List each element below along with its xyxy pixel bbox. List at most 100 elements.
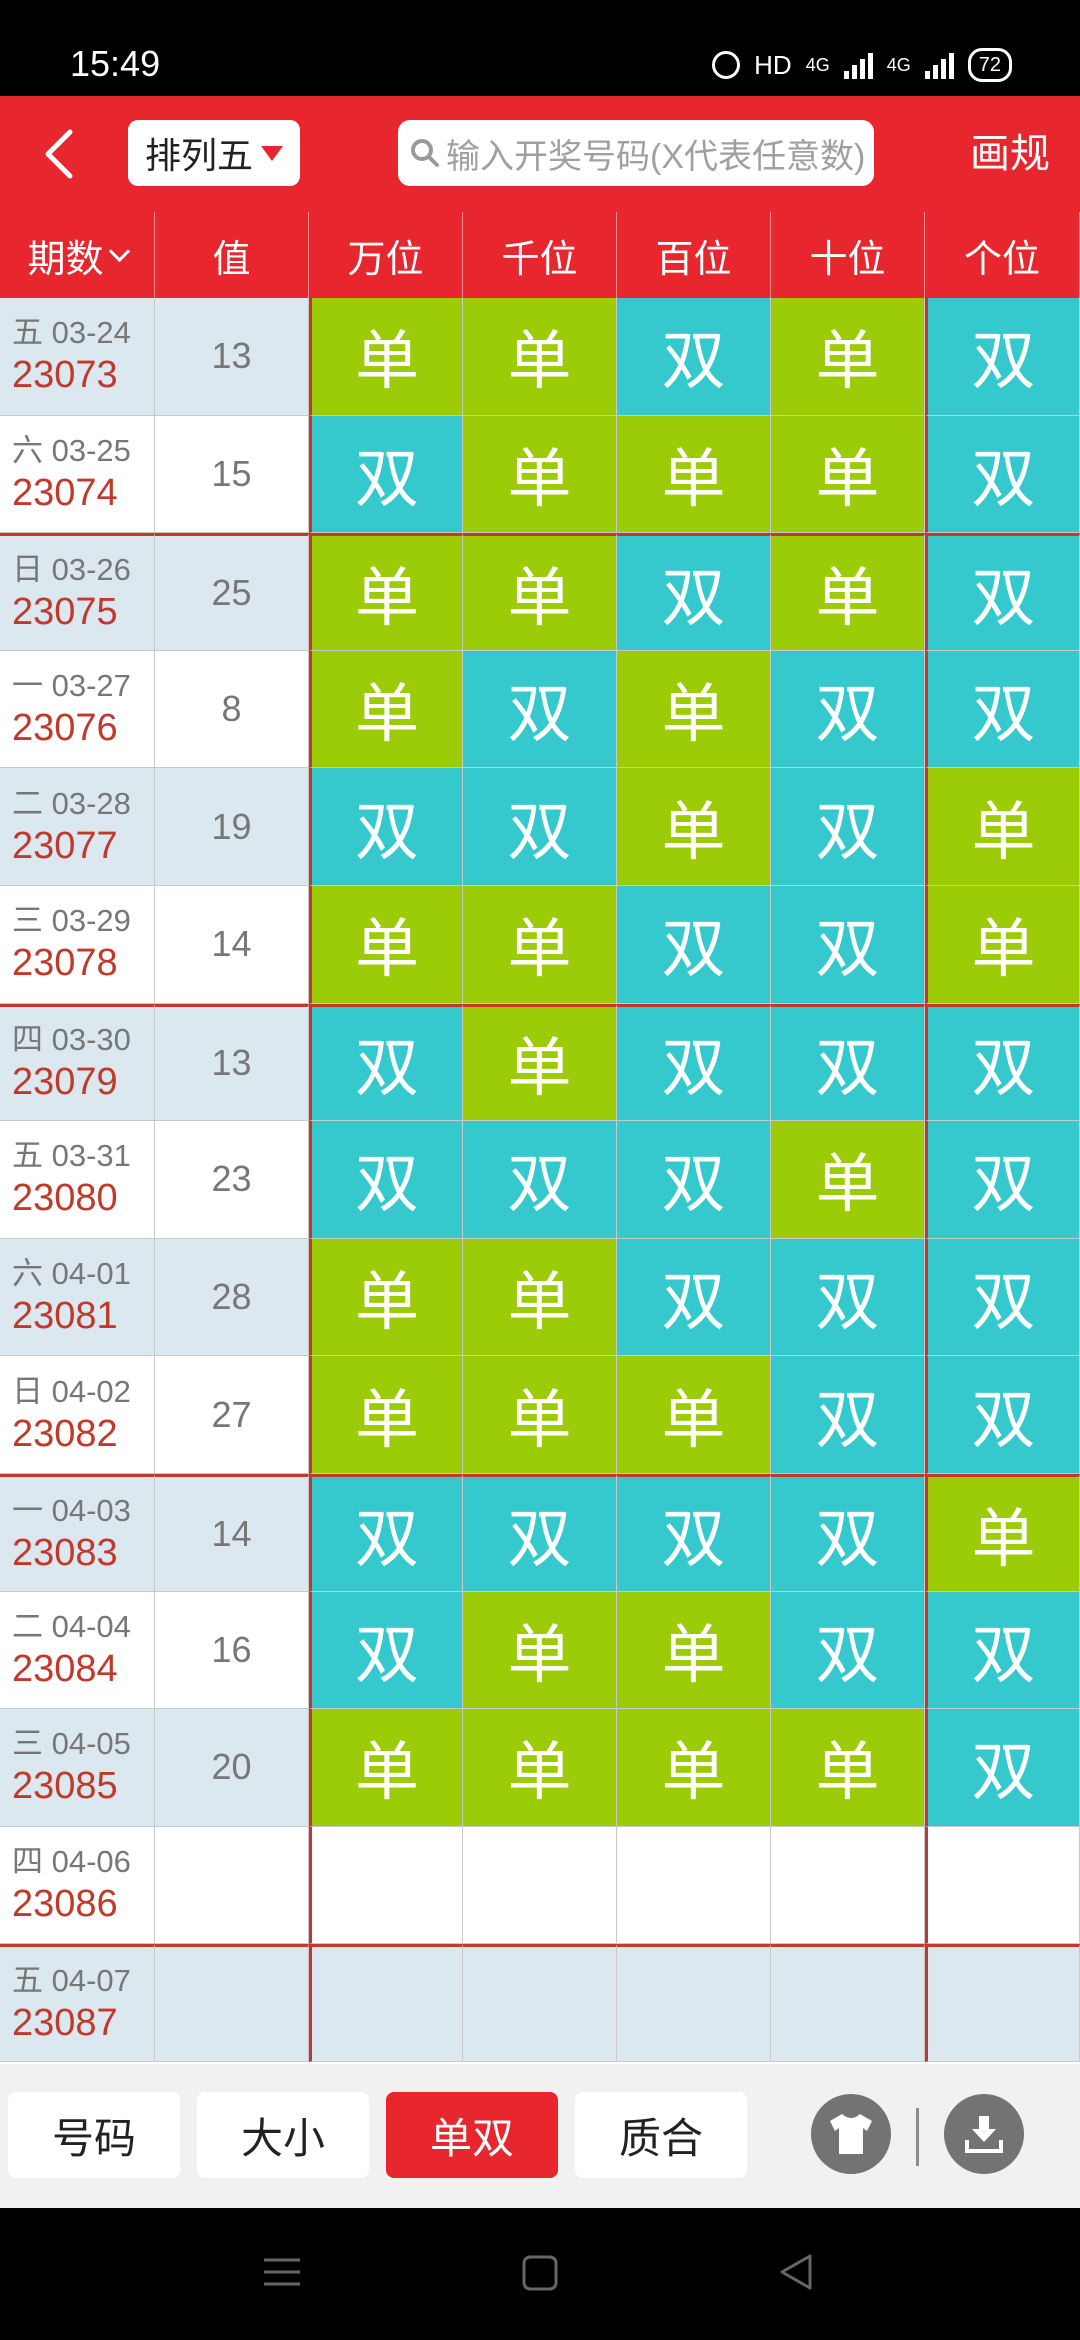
digit-parity-cell: 双: [925, 1121, 1080, 1239]
digit-parity-cell: 单: [771, 415, 925, 534]
digit-parity-cell: 双: [925, 415, 1080, 534]
back-nav-icon[interactable]: [776, 2252, 816, 2292]
issue-number: 23073: [12, 354, 118, 397]
digit-parity-cell: 双: [925, 1003, 1080, 1122]
digit-parity-cell: 单: [309, 885, 463, 1004]
period-cell: 四 04-06 23086: [0, 1826, 155, 1945]
sum-value-cell: [155, 1944, 309, 2062]
sum-value-cell: 16: [155, 1591, 309, 1710]
digit-parity-cell: 双: [771, 1591, 925, 1710]
digit-parity-cell: 双: [925, 533, 1080, 651]
period-cell: 日 03-26 23075: [0, 533, 155, 651]
sum-value-cell: 15: [155, 415, 309, 534]
digit-parity-cell: 单: [463, 1356, 617, 1474]
digit-parity-cell: 单: [771, 298, 925, 416]
tab-prime-composite[interactable]: 质合: [575, 2092, 747, 2178]
digit-parity-cell: 单: [463, 533, 617, 651]
sum-value-cell: [155, 1826, 309, 1945]
digit-parity-cell: 双: [617, 1473, 771, 1592]
sum-value-cell: 14: [155, 1473, 309, 1592]
app-header: 排列五 输入开奖号码(X代表任意数) 画规: [0, 96, 1080, 212]
digit-parity-cell: 单: [463, 1003, 617, 1122]
search-icon: [411, 139, 439, 167]
tab-size[interactable]: 大小: [197, 2092, 369, 2178]
issue-number: 23078: [12, 942, 118, 985]
search-placeholder: 输入开奖号码(X代表任意数): [446, 137, 866, 176]
issue-number: 23082: [12, 1412, 118, 1455]
download-button[interactable]: [944, 2094, 1024, 2174]
skin-button[interactable]: [811, 2094, 891, 2174]
digit-parity-cell: [617, 1944, 771, 2062]
sum-value-cell: 25: [155, 533, 309, 651]
digit-parity-cell: 单: [463, 1709, 617, 1827]
sum-value-cell: 8: [155, 650, 309, 769]
digit-parity-cell: 双: [925, 1591, 1080, 1710]
draw-date: 四 04-06: [12, 1844, 131, 1880]
period-cell: 日 04-02 23082: [0, 1356, 155, 1474]
digit-parity-cell: 双: [925, 1238, 1080, 1357]
digit-parity-cell: [309, 1944, 463, 2062]
network-label-2: 4G: [886, 54, 911, 75]
digit-parity-cell: 单: [617, 1591, 771, 1710]
digit-parity-cell: 单: [617, 1709, 771, 1827]
draw-date: 一 04-03: [12, 1492, 131, 1528]
digit-parity-cell: 双: [771, 1238, 925, 1357]
draw-date: 二 03-28: [12, 785, 131, 821]
issue-number: 23086: [12, 1883, 118, 1926]
digit-parity-cell: 单: [925, 1473, 1080, 1592]
sum-value-cell: 19: [155, 768, 309, 886]
digit-parity-cell: 双: [309, 1591, 463, 1710]
digit-parity-cell: 双: [925, 650, 1080, 769]
tab-divider: [916, 2108, 919, 2166]
digit-parity-cell: 单: [463, 298, 617, 416]
draw-date: 六 03-25: [12, 432, 131, 468]
issue-number: 23075: [12, 590, 118, 633]
menu-nav-icon[interactable]: [262, 2252, 302, 2292]
digit-parity-cell: 双: [309, 1473, 463, 1592]
status-time: 15:49: [70, 43, 161, 84]
draw-date: 日 04-02: [12, 1373, 131, 1409]
header-period-label: 期数: [27, 238, 104, 281]
digit-parity-cell: 双: [925, 1356, 1080, 1474]
period-cell: 五 04-07 23087: [0, 1944, 155, 2062]
draw-date: 五 04-07: [12, 1963, 131, 1999]
search-input[interactable]: 输入开奖号码(X代表任意数): [398, 120, 874, 186]
header-pos1: 万位: [309, 212, 463, 298]
tab-number[interactable]: 号码: [8, 2092, 180, 2178]
digit-parity-cell: 单: [463, 1238, 617, 1357]
draw-date: 日 03-26: [12, 551, 131, 587]
signal-icon: [843, 51, 873, 79]
digit-parity-cell: 单: [309, 1709, 463, 1827]
header-pos2: 千位: [463, 212, 617, 298]
draw-rules-button[interactable]: 画规: [970, 122, 1050, 186]
status-icons: HD 4G 4G 72: [712, 48, 1012, 82]
battery-icon: 72: [967, 48, 1012, 82]
lottery-selector[interactable]: 排列五: [128, 120, 300, 186]
digit-parity-cell: 双: [771, 1003, 925, 1122]
digit-parity-cell: [463, 1826, 617, 1945]
tab-odd-even[interactable]: 单双: [386, 2092, 558, 2178]
digit-parity-cell: 单: [309, 650, 463, 769]
digit-parity-cell: 双: [617, 533, 771, 651]
digit-parity-cell: 单: [463, 415, 617, 534]
digit-parity-cell: 双: [463, 1121, 617, 1239]
draw-date: 三 04-05: [12, 1726, 131, 1762]
home-nav-icon[interactable]: [521, 2254, 559, 2292]
trend-table: 期数 值 万位 千位 百位 十位 个位 五 03-24 23073 13 单单双单双六…: [0, 212, 1080, 2062]
sum-value-cell: 14: [155, 885, 309, 1004]
dropdown-triangle-icon: [261, 145, 283, 161]
digit-parity-cell: 双: [617, 1003, 771, 1122]
back-arrow-icon[interactable]: [32, 122, 92, 186]
issue-number: 23076: [12, 707, 118, 750]
digit-parity-cell: [463, 1944, 617, 2062]
sum-value-cell: 23: [155, 1121, 309, 1239]
signal-icon-2: [924, 51, 954, 79]
digit-parity-cell: 单: [463, 1591, 617, 1710]
issue-number: 23081: [12, 1295, 118, 1338]
period-cell: 五 03-31 23080: [0, 1121, 155, 1239]
header-period[interactable]: 期数: [0, 212, 155, 298]
draw-date: 四 03-30: [12, 1022, 131, 1058]
period-cell: 四 03-30 23079: [0, 1003, 155, 1122]
digit-parity-cell: 双: [309, 1121, 463, 1239]
digit-parity-cell: 单: [463, 885, 617, 1004]
